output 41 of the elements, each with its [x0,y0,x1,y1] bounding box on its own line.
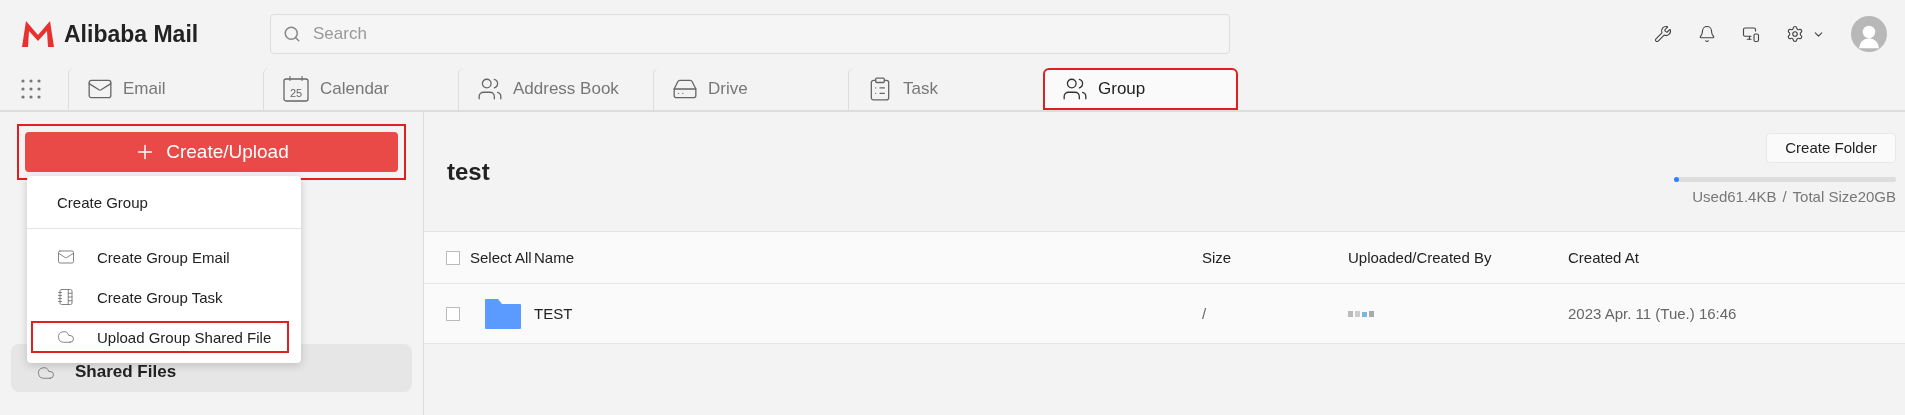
select-all-label: Select All [470,249,532,266]
devices-icon[interactable] [1742,25,1760,43]
create-upload-button[interactable]: Create/Upload [25,132,398,172]
cloud-icon [57,328,75,346]
nav-tab[interactable]: Group [1043,68,1238,110]
total-storage: Total Size20GB [1792,187,1896,205]
create-folder-button[interactable]: Create Folder [1766,132,1896,163]
calendar-icon: 25 [282,75,310,103]
settings-icon[interactable] [1786,25,1804,43]
brand-name: Alibaba Mail [64,20,199,48]
separator: / [1782,187,1787,205]
nav-tab[interactable]: Email [68,68,263,110]
nav-tab[interactable]: Drive [653,68,848,110]
cloud-icon [37,364,55,382]
group-icon [1062,76,1088,102]
apps-grid-icon[interactable] [20,78,42,100]
menu-item[interactable]: Create Group Email [27,237,301,277]
column-header: Size [1201,249,1233,266]
column-header: Created At [1567,249,1640,266]
column-header: Name [534,249,575,266]
used-storage: Used61.4KB [1692,187,1777,205]
file-size: / [1202,305,1207,322]
wrench-icon[interactable] [1654,25,1672,43]
menu-item[interactable]: Create Group Task [27,277,301,317]
column-header: Uploaded/Created By [1347,249,1493,266]
search-field[interactable]: Search [270,14,1230,54]
folder-icon [484,297,522,330]
notebook-icon [57,288,75,306]
nav-tab[interactable]: Address Book [458,68,653,110]
nav-tab[interactable]: 25 Calendar [263,68,458,110]
folder-title: test [447,157,490,186]
bell-icon[interactable] [1698,25,1716,43]
search-icon [283,25,301,43]
select-all-checkbox[interactable] [446,250,460,265]
created-at: 2023 Apr. 11 (Tue.) 16:46 [1568,305,1737,322]
row-checkbox[interactable] [446,306,460,321]
logo-icon [20,19,56,49]
contacts-icon [477,76,503,102]
menu-item[interactable]: Create Group [27,176,301,229]
file-name[interactable]: TEST [534,305,1180,322]
mail-icon [57,248,75,266]
